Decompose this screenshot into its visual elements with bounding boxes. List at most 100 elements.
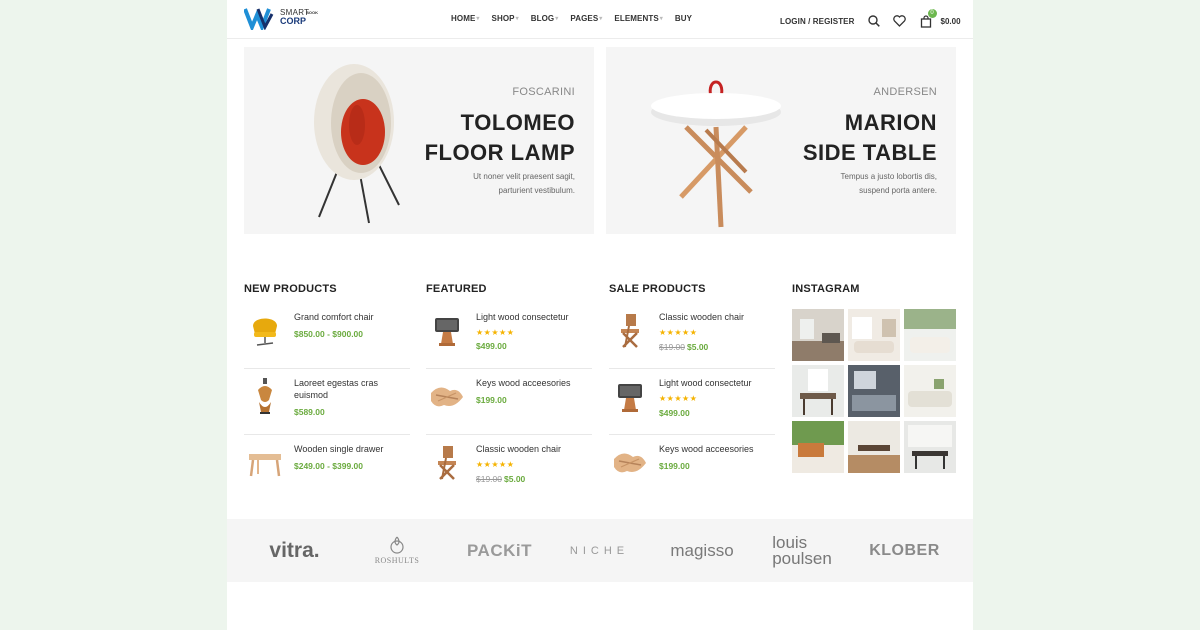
product-item[interactable]: Light wood consectetur ★★★★★ $499.00	[426, 303, 592, 369]
product-name[interactable]: Grand comfort chair	[294, 311, 409, 323]
sale-products-widget: SALE PRODUCTS Classic wooden chair ★★★★★…	[609, 283, 775, 501]
banner-description: Ut noner velit praesent sagit, parturien…	[473, 172, 575, 195]
product-item[interactable]: Classic wooden chair ★★★★★ $19.00 $5.00	[426, 435, 592, 501]
rating-stars: ★★★★★	[476, 328, 515, 337]
widget-title: SALE PRODUCTS	[609, 283, 706, 295]
wood-lamp-icon[interactable]	[426, 309, 467, 350]
instagram-widget: INSTAGRAM	[792, 283, 958, 473]
wood-lamp-icon[interactable]	[609, 375, 650, 416]
key-holder-icon[interactable]	[426, 375, 467, 416]
product-item[interactable]: Classic wooden chair ★★★★★ $19.00 $5.00	[609, 303, 775, 369]
banner-description: Tempus a justo lobortis dis, suspend por…	[840, 172, 938, 195]
nav-buy[interactable]: BUY	[675, 14, 692, 23]
brand-logo-roshults[interactable]: ROSHULTS	[357, 519, 437, 582]
brand-logo-magisso[interactable]: magisso	[657, 519, 747, 582]
nav-home[interactable]: HOME ▾	[451, 14, 480, 23]
brand-logo-packit[interactable]: PACKiT	[457, 519, 542, 582]
widget-title: FEATURED	[426, 283, 487, 295]
logo-mark-icon	[244, 8, 274, 30]
product-name[interactable]: Light wood consectetur	[659, 377, 774, 389]
old-price: $19.00	[659, 342, 685, 352]
new-products-widget: NEW PRODUCTS Grand comfort chair $850.00…	[244, 283, 410, 501]
product-item[interactable]: Laoreet egestas cras euismod $589.00	[244, 369, 410, 435]
nav-elements[interactable]: ELEMENTS ▾	[614, 14, 662, 23]
wood-stool-icon[interactable]	[244, 441, 285, 482]
instagram-photo[interactable]	[904, 309, 956, 361]
product-name[interactable]: Classic wooden chair	[659, 311, 774, 323]
roshults-emblem-icon	[390, 536, 404, 554]
site-header: SMART CORP BOOK HOME ▾ SHOP ▾ BLOG ▾ PAGES ▾…	[227, 0, 973, 39]
product-name[interactable]: Classic wooden chair	[476, 443, 591, 455]
rating-stars: ★★★★★	[476, 460, 515, 469]
brand-logo-niche[interactable]: NICHE	[557, 519, 642, 582]
side-table-image	[651, 80, 781, 228]
product-price: $499.00	[659, 408, 690, 418]
main-nav: HOME ▾ SHOP ▾ BLOG ▾ PAGES ▾ ELEMENTS ▾ BUY	[451, 14, 704, 23]
product-item[interactable]: Grand comfort chair $850.00 - $900.00	[244, 303, 410, 369]
product-item[interactable]: Keys wood acceesories $199.00	[426, 369, 592, 435]
nav-buy-label: BUY	[674, 14, 693, 23]
instagram-photo[interactable]	[904, 365, 956, 417]
chevron-down-icon: ▾	[555, 16, 559, 22]
instagram-photo[interactable]	[848, 421, 900, 473]
chevron-down-icon: ▾	[515, 16, 519, 22]
banner-title: MARION SIDE TABLE	[802, 110, 937, 165]
instagram-photo[interactable]	[904, 421, 956, 473]
instagram-photo[interactable]	[848, 365, 900, 417]
folding-chair-icon[interactable]	[609, 309, 650, 350]
instagram-photo[interactable]	[792, 421, 844, 473]
lamp-icon[interactable]	[244, 375, 285, 416]
nav-shop[interactable]: SHOP ▾	[492, 14, 519, 23]
login-register-link[interactable]: LOGIN / REGISTER	[780, 17, 855, 26]
old-price: $19.00	[476, 474, 502, 484]
widget-title: NEW PRODUCTS	[244, 283, 337, 295]
product-price: $499.00	[476, 341, 507, 351]
product-item[interactable]: Light wood consectetur ★★★★★ $499.00	[609, 369, 775, 435]
product-name[interactable]: Wooden single drawer	[294, 443, 409, 455]
roshults-label: ROSHULTS	[374, 556, 420, 565]
brand-logo-vitra[interactable]: vitra.	[247, 519, 342, 582]
product-item[interactable]: Keys wood acceesories $199.00	[609, 435, 775, 501]
product-name[interactable]: Laoreet egestas cras euismod	[294, 377, 409, 401]
nav-shop-label: SHOP	[491, 14, 515, 23]
instagram-photo[interactable]	[848, 309, 900, 361]
product-price: $199.00	[476, 395, 507, 405]
wishlist-heart-icon[interactable]	[893, 14, 907, 28]
cart-count-badge: 0	[927, 9, 937, 18]
nav-home-label: HOME	[451, 14, 476, 23]
cart-button[interactable]: 0	[919, 9, 937, 28]
featured-widget: FEATURED Light wood consectetur ★★★★★ $4…	[426, 283, 592, 501]
egg-chair-image	[314, 64, 400, 224]
search-icon[interactable]	[867, 14, 881, 28]
product-item[interactable]: Wooden single drawer $249.00 - $399.00	[244, 435, 410, 501]
widget-title: INSTAGRAM	[792, 283, 860, 295]
banner-side-table[interactable]: ANDERSEN MARION SIDE TABLE Tempus a just…	[606, 47, 956, 234]
rating-stars: ★★★★★	[659, 394, 698, 403]
brand-logo-louis-poulsen[interactable]: louis poulsen	[762, 519, 842, 582]
key-holder-icon[interactable]	[609, 441, 650, 482]
product-name[interactable]: Keys wood acceesories	[476, 377, 591, 389]
product-name[interactable]: Keys wood acceesories	[659, 443, 774, 455]
product-price: $19.00 $5.00	[659, 342, 708, 352]
instagram-photo[interactable]	[792, 365, 844, 417]
nav-blog-label: BLOG	[530, 14, 555, 23]
brand-logo-klober[interactable]: KLOBER	[862, 519, 947, 582]
yellow-chair-icon[interactable]	[244, 309, 285, 350]
product-price: $589.00	[294, 407, 325, 417]
sale-price: $5.00	[504, 474, 526, 484]
product-price: $249.00 - $399.00	[294, 461, 364, 471]
cart-total[interactable]: $0.00	[941, 17, 961, 26]
site-logo[interactable]: SMART CORP BOOK	[244, 6, 324, 32]
instagram-photo[interactable]	[792, 309, 844, 361]
chevron-down-icon: ▾	[659, 16, 663, 22]
rating-stars: ★★★★★	[659, 328, 698, 337]
sale-price: $5.00	[687, 342, 709, 352]
nav-elements-label: ELEMENTS	[614, 14, 659, 23]
nav-pages[interactable]: PAGES ▾	[570, 14, 602, 23]
banner-floor-lamp[interactable]: FOSCARINI TOLOMEO FLOOR LAMP Ut noner ve…	[244, 47, 594, 234]
nav-blog[interactable]: BLOG ▾	[531, 14, 559, 23]
banner-title: TOLOMEO FLOOR LAMP	[424, 110, 575, 165]
product-name[interactable]: Light wood consectetur	[476, 311, 591, 323]
folding-chair-icon[interactable]	[426, 441, 467, 482]
instagram-grid	[792, 309, 958, 473]
